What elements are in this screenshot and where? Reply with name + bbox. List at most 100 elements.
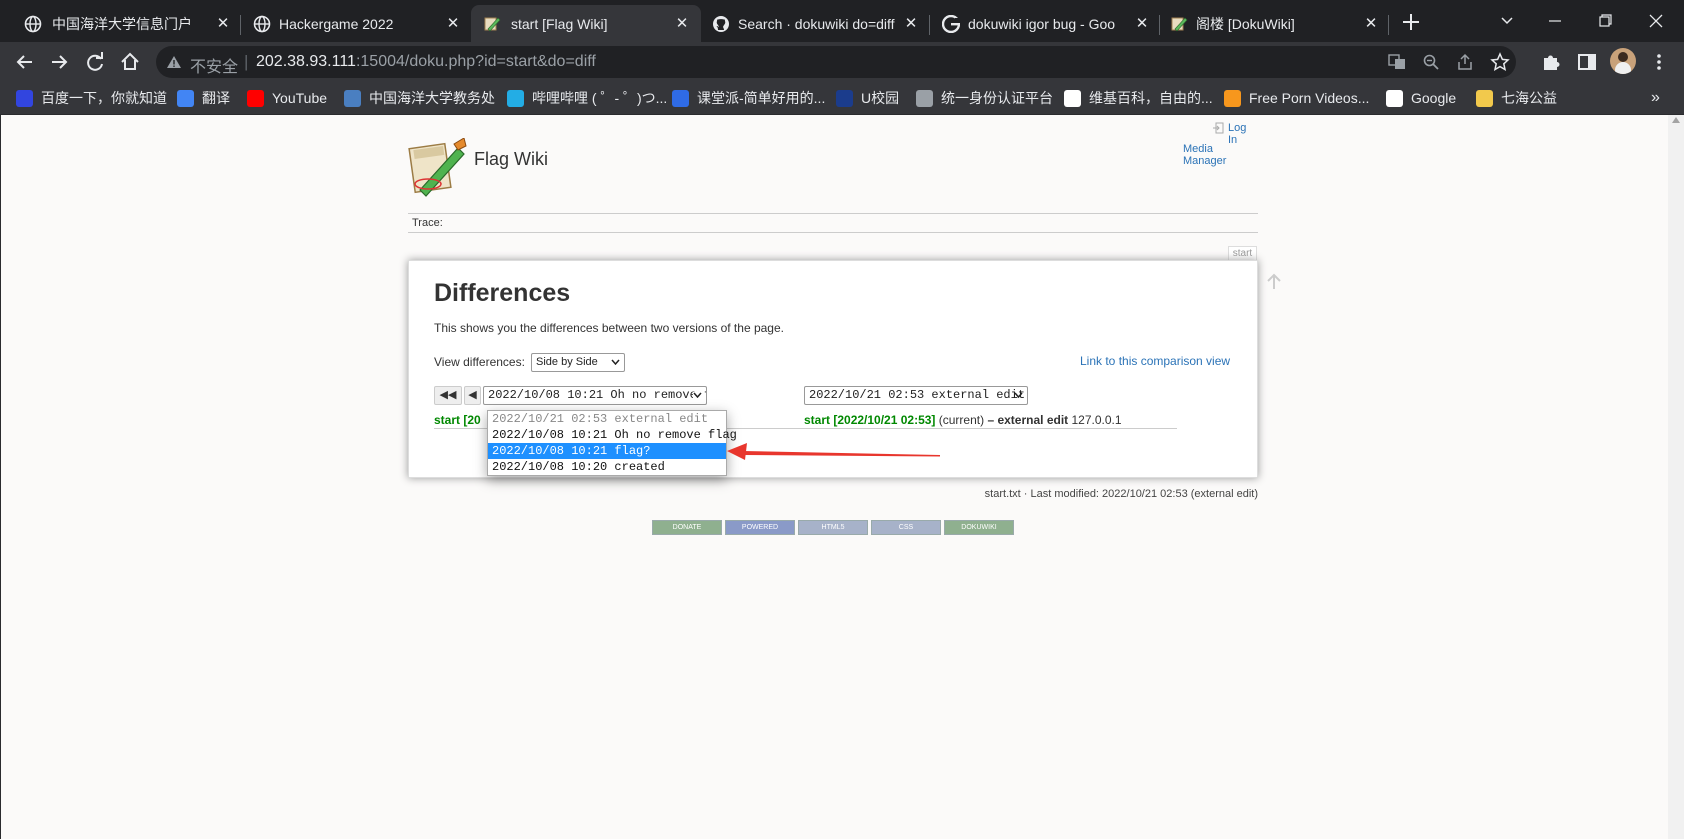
page-title: Differences	[434, 279, 571, 307]
extensions-icon[interactable]	[1538, 49, 1564, 75]
bookmarks-overflow-button[interactable]: »	[1651, 86, 1660, 110]
bookmark-item[interactable]: 百度一下，你就知道	[16, 86, 167, 110]
close-tab-icon[interactable]: ✕	[214, 15, 232, 33]
scrollbar[interactable]	[1668, 115, 1684, 839]
restore-icon[interactable]	[1590, 8, 1620, 34]
footer-badge[interactable]: HTML5	[798, 520, 868, 535]
comparison-link[interactable]: Link to this comparison view	[1080, 354, 1230, 368]
side-panel-icon[interactable]	[1574, 49, 1600, 75]
tab-github-search[interactable]: Search · dokuwiki do=diff ✕	[702, 5, 928, 42]
google-icon	[942, 15, 960, 33]
view-differences-label: View differences:	[434, 355, 525, 369]
bookmark-star-icon[interactable]	[1490, 52, 1510, 72]
zoom-icon[interactable]	[1422, 53, 1440, 71]
ouc-icon	[344, 89, 361, 107]
close-window-icon[interactable]	[1641, 8, 1671, 34]
scroll-up-icon[interactable]	[1672, 117, 1680, 123]
bookmark-label: 统一身份认证平台	[941, 90, 1053, 106]
bookmark-item[interactable]: 翻译	[177, 86, 230, 110]
right-revision-value: 2022/10/21 02:53 external edit	[809, 388, 1026, 402]
bookmark-label: Google	[1411, 90, 1457, 106]
forward-icon[interactable]	[46, 49, 72, 75]
tab-flag-wiki[interactable]: start [Flag Wiki] ✕	[471, 5, 701, 42]
close-tab-icon[interactable]: ✕	[1362, 15, 1380, 33]
share-icon[interactable]	[1456, 53, 1474, 71]
ph-icon	[1224, 89, 1241, 107]
tab-ouc-portal[interactable]: 中国海洋大学信息门户 ✕	[8, 5, 240, 42]
home-icon[interactable]	[117, 49, 143, 75]
warning-icon[interactable]	[166, 54, 182, 70]
bookmark-item[interactable]: 哔哩哔哩 ( ゜- ゜)つ...	[507, 86, 667, 110]
breadcrumb: Trace:	[412, 217, 443, 229]
left-revision-select[interactable]: 2022/10/08 10:21 Oh no remove fl	[483, 386, 707, 405]
browser-tab-strip: 中国海洋大学信息门户 ✕ Hackergame 2022 ✕ start [Fl…	[0, 0, 1684, 42]
bookmark-label: 维基百科，自由的...	[1089, 90, 1213, 106]
bookmark-label: 中国海洋大学教务处	[369, 90, 495, 106]
bookmark-item[interactable]: 中国海洋大学教务处	[344, 86, 495, 110]
view-mode-value: Side by Side	[536, 356, 598, 368]
back-icon[interactable]	[12, 49, 38, 75]
page-viewport: Flag Wiki Log In Media Manager Trace: st…	[0, 115, 1684, 839]
bookmark-item[interactable]: Free Porn Videos...	[1224, 86, 1369, 110]
back-to-top-icon[interactable]	[1266, 272, 1282, 290]
login-icon	[1213, 122, 1224, 134]
footer-badge[interactable]: DOKUWIKI	[944, 520, 1014, 535]
dokuwiki-icon	[484, 17, 501, 32]
bookmark-item[interactable]: YouTube	[247, 86, 327, 110]
site-title[interactable]: Flag Wiki	[474, 149, 548, 170]
new-tab-icon[interactable]	[1400, 11, 1422, 33]
footer-badge[interactable]: DONATE	[652, 520, 722, 535]
bookmark-label: YouTube	[272, 90, 328, 106]
tab-search-icon[interactable]	[1492, 8, 1522, 34]
bookmark-item[interactable]: 统一身份认证平台	[916, 86, 1053, 110]
avatar[interactable]	[1610, 48, 1636, 74]
chevron-down-icon	[611, 359, 620, 366]
bookmark-item[interactable]: Google	[1386, 86, 1456, 110]
footer-badge[interactable]: POWERED	[725, 520, 795, 535]
url-text: 202.38.93.111:15004/doku.php?id=start&do…	[256, 53, 596, 71]
right-revision-select[interactable]: 2022/10/21 02:53 external edit	[804, 386, 1028, 405]
close-tab-icon[interactable]: ✕	[673, 15, 691, 33]
bookmarks-bar: 百度一下，你就知道 翻译 YouTube 中国海洋大学教务处 哔哩哔哩 ( ゜- ゜)つ…	[0, 82, 1684, 115]
revision-option[interactable]: 2022/10/08 10:21 flag?	[488, 443, 726, 459]
media-manager-link[interactable]: Media Manager	[1183, 143, 1258, 167]
minimize-icon[interactable]	[1540, 8, 1570, 34]
tab-dokuwiki-attic[interactable]: 阁楼 [DokuWiki] ✕	[1162, 5, 1388, 42]
previous-revision-button[interactable]: ◀	[464, 386, 481, 405]
bookmark-item[interactable]: 课堂派-简单好用的...	[672, 86, 825, 110]
left-revision-link[interactable]: start [20	[434, 413, 481, 427]
footer-badge[interactable]: CSS	[871, 520, 941, 535]
qihai-icon	[1476, 89, 1493, 107]
bookmark-item[interactable]: U校园	[836, 86, 899, 110]
tab-google-search[interactable]: dokuwiki igor bug - Goo ✕	[932, 5, 1158, 42]
dokuwiki-logo[interactable]	[408, 138, 468, 198]
left-revision-dropdown[interactable]: 2022/10/21 02:53 external edit 2022/10/08…	[487, 410, 737, 476]
current-label: (current)	[938, 413, 985, 427]
menu-kebab-icon[interactable]	[1646, 49, 1672, 75]
revision-option[interactable]: 2022/10/08 10:21 Oh no remove flag	[488, 427, 737, 443]
chevron-down-icon	[693, 392, 702, 399]
close-tab-icon[interactable]: ✕	[1133, 15, 1151, 33]
address-bar[interactable]: 不安全 | 202.38.93.111:15004/doku.php?id=st…	[156, 46, 1516, 78]
left-revision-value: 2022/10/08 10:21 Oh no remove fl	[488, 388, 707, 402]
address-separator: |	[244, 52, 249, 71]
tab-hackergame[interactable]: Hackergame 2022 ✕	[243, 5, 469, 42]
view-mode-select[interactable]: Side by Side	[531, 353, 625, 372]
bookmark-item[interactable]: 七海公益	[1476, 86, 1557, 110]
revision-option[interactable]: 2022/10/08 10:20 created	[488, 459, 726, 475]
ketangpai-icon	[672, 89, 689, 107]
page-info: start.txt · Last modified: 2022/10/21 02…	[984, 488, 1258, 500]
tab-separator	[240, 15, 241, 35]
reload-icon[interactable]	[82, 49, 108, 75]
tab-separator	[929, 15, 930, 35]
wikipedia-icon	[1064, 89, 1081, 107]
header-divider	[408, 213, 1258, 214]
first-revision-button[interactable]: ◀◀	[434, 386, 462, 405]
translate-icon[interactable]	[1388, 53, 1406, 71]
close-tab-icon[interactable]: ✕	[902, 15, 920, 33]
chevron-down-icon	[1014, 392, 1023, 399]
close-tab-icon[interactable]: ✕	[444, 15, 462, 33]
right-revision-link[interactable]: start [2022/10/21 02:53]	[804, 413, 935, 427]
bookmark-item[interactable]: 维基百科，自由的...	[1064, 86, 1213, 110]
uxiaoyuan-icon	[836, 89, 853, 107]
